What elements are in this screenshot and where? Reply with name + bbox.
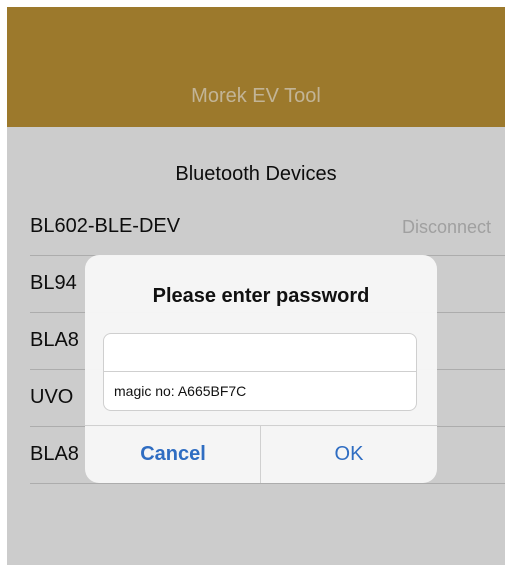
dialog-title: Please enter password xyxy=(152,285,370,307)
ok-button[interactable]: OK xyxy=(261,426,437,483)
password-input[interactable] xyxy=(104,334,416,371)
password-dialog: Please enter password magic no: A665BF7C… xyxy=(85,255,437,483)
cancel-button[interactable]: Cancel xyxy=(85,426,261,483)
dialog-field-group: magic no: A665BF7C xyxy=(103,333,417,411)
magic-number-text: magic no: A665BF7C xyxy=(114,383,247,399)
field-divider xyxy=(104,371,416,372)
dialog-button-row: Cancel OK xyxy=(85,425,437,483)
app-screen: Morek EV Tool Bluetooth Devices BL602-BL… xyxy=(7,7,505,565)
